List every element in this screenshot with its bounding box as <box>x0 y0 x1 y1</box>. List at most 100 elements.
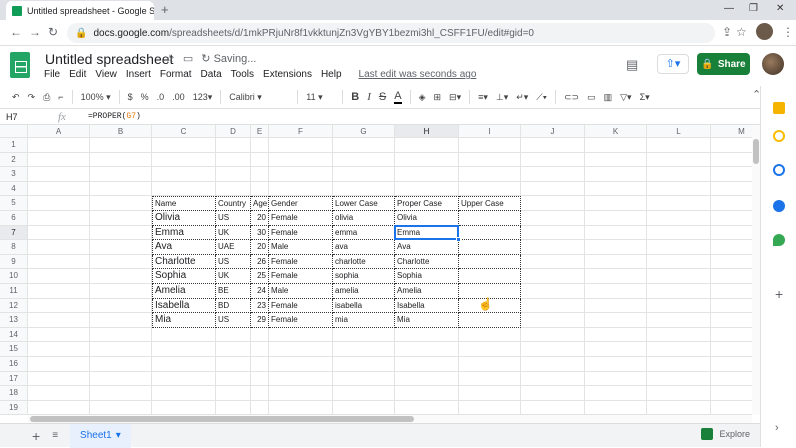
table-header-cell[interactable]: Upper Case <box>459 196 521 211</box>
table-cell[interactable]: Amelia <box>395 284 459 299</box>
row-header[interactable]: 7 <box>0 225 28 241</box>
table-header-cell[interactable]: Lower Case <box>333 196 395 211</box>
row-header[interactable]: 9 <box>0 254 28 270</box>
grid-cell[interactable] <box>711 284 752 299</box>
table-header-cell[interactable]: Name <box>152 196 216 211</box>
grid-cell[interactable] <box>216 400 251 415</box>
grid-cell[interactable] <box>90 342 152 357</box>
grid-cell[interactable] <box>647 269 711 284</box>
grid-cell[interactable] <box>647 298 711 314</box>
grid-cell[interactable] <box>28 313 90 328</box>
grid-cell[interactable] <box>521 386 585 401</box>
row-header[interactable]: 19 <box>0 400 28 415</box>
grid-cell[interactable] <box>711 196 752 211</box>
grid-cell[interactable] <box>28 240 90 255</box>
table-cell[interactable]: isabella <box>333 298 395 314</box>
menu-extensions[interactable]: Extensions <box>263 69 312 80</box>
grid-cell[interactable] <box>333 386 395 401</box>
row-header[interactable]: 2 <box>0 152 28 168</box>
present-button[interactable]: ⇧▾ <box>657 54 689 74</box>
grid-cell[interactable] <box>333 327 395 343</box>
grid-cell[interactable] <box>521 313 585 328</box>
paint-format-icon[interactable]: ⌐ <box>58 92 63 102</box>
grid-cell[interactable] <box>216 357 251 372</box>
table-cell[interactable]: 25 <box>251 269 269 284</box>
grid-cell[interactable] <box>90 400 152 415</box>
row-header[interactable]: 4 <box>0 181 28 197</box>
grid-cell[interactable] <box>585 342 647 357</box>
grid-cell[interactable] <box>269 167 333 182</box>
grid-cell[interactable] <box>269 327 333 343</box>
grid-cell[interactable] <box>521 167 585 182</box>
table-cell[interactable] <box>459 254 521 270</box>
vertical-align-icon[interactable]: ⊥▾ <box>496 92 508 103</box>
minimize-button[interactable]: — <box>724 3 734 14</box>
share-button[interactable]: 🔒 Share <box>697 53 750 75</box>
menu-help[interactable]: Help <box>321 69 342 80</box>
grid-cell[interactable] <box>269 386 333 401</box>
maps-icon[interactable] <box>773 234 785 246</box>
grid-cell[interactable] <box>711 138 752 153</box>
grid-cell[interactable] <box>90 313 152 328</box>
grid-cell[interactable] <box>647 327 711 343</box>
sheet-tab[interactable]: Sheet1 ▾ <box>70 423 131 448</box>
grid-cell[interactable] <box>216 327 251 343</box>
star-icon[interactable]: ☆ <box>165 52 175 65</box>
table-cell[interactable]: UAE <box>216 240 251 255</box>
table-cell[interactable] <box>459 240 521 255</box>
formula-input[interactable]: =PROPER(G7) <box>88 112 141 121</box>
grid-cell[interactable] <box>251 342 269 357</box>
grid-cell[interactable] <box>333 167 395 182</box>
table-cell[interactable]: US <box>216 211 251 226</box>
table-cell[interactable]: Olivia <box>395 211 459 226</box>
account-avatar[interactable] <box>762 53 784 75</box>
table-cell[interactable]: 30 <box>251 225 269 241</box>
all-sheets-button[interactable]: ≡ <box>52 430 58 441</box>
grid-cell[interactable] <box>521 225 585 241</box>
borders-icon[interactable]: ⊞ <box>433 92 441 103</box>
column-header[interactable]: E <box>251 125 269 138</box>
table-cell[interactable]: 23 <box>251 298 269 314</box>
grid-cell[interactable] <box>152 327 216 343</box>
row-header[interactable]: 11 <box>0 284 28 299</box>
grid-cell[interactable] <box>459 138 521 153</box>
document-title[interactable]: Untitled spreadsheet <box>45 51 173 67</box>
row-header[interactable]: 5 <box>0 196 28 211</box>
grid-cell[interactable] <box>521 327 585 343</box>
grid-cell[interactable] <box>28 138 90 153</box>
table-cell[interactable]: sophia <box>333 269 395 284</box>
grid-cell[interactable] <box>521 152 585 168</box>
grid-cell[interactable] <box>216 152 251 168</box>
sheet-grid[interactable]: A B C D E F G H I J K L M 1 2 3 4 5 6 7 8 9 10 11 12 13 14 15 16 17 18… <box>0 125 752 415</box>
row-header[interactable]: 16 <box>0 357 28 372</box>
column-header[interactable]: I <box>459 125 521 138</box>
grid-cell[interactable] <box>28 400 90 415</box>
table-cell[interactable]: Emma <box>395 225 459 241</box>
grid-cell[interactable] <box>585 167 647 182</box>
row-header[interactable]: 13 <box>0 313 28 328</box>
grid-cell[interactable] <box>585 400 647 415</box>
contacts-icon[interactable] <box>773 200 785 212</box>
grid-cell[interactable] <box>269 371 333 387</box>
close-window-button[interactable]: ✕ <box>776 3 784 14</box>
table-cell[interactable]: BD <box>216 298 251 314</box>
table-cell[interactable]: Female <box>269 225 333 241</box>
grid-cell[interactable] <box>521 138 585 153</box>
fill-handle[interactable] <box>456 237 461 243</box>
horizontal-align-icon[interactable]: ≡▾ <box>478 92 488 103</box>
grid-cell[interactable] <box>647 284 711 299</box>
grid-cell[interactable] <box>459 357 521 372</box>
horizontal-scroll-thumb[interactable] <box>30 416 414 422</box>
grid-cell[interactable] <box>333 400 395 415</box>
currency-button[interactable]: $ <box>128 92 133 102</box>
grid-cell[interactable] <box>90 211 152 226</box>
grid-cell[interactable] <box>28 254 90 270</box>
table-cell[interactable]: Male <box>269 284 333 299</box>
grid-cell[interactable] <box>216 138 251 153</box>
grid-cell[interactable] <box>711 182 752 197</box>
table-cell[interactable]: emma <box>333 225 395 241</box>
grid-cell[interactable] <box>90 167 152 182</box>
grid-cell[interactable] <box>395 167 459 182</box>
grid-cell[interactable] <box>269 357 333 372</box>
grid-cell[interactable] <box>395 138 459 153</box>
